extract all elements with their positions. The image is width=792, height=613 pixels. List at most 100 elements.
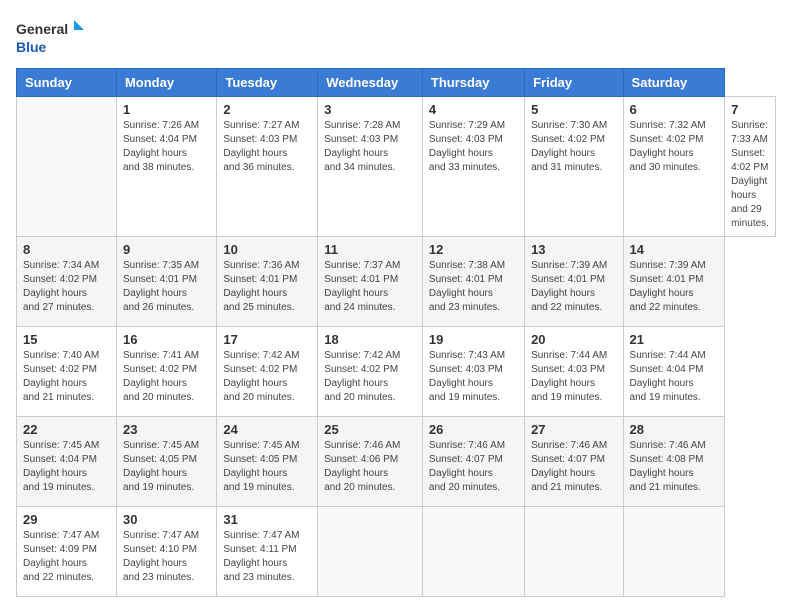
header-day-saturday: Saturday	[623, 69, 725, 97]
week-row-1: 8 Sunrise: 7:34 AM Sunset: 4:02 PM Dayli…	[17, 237, 776, 327]
calendar-cell: 26 Sunrise: 7:46 AM Sunset: 4:07 PM Dayl…	[422, 417, 524, 507]
day-number: 30	[123, 512, 210, 527]
day-number: 14	[630, 242, 719, 257]
day-info: Sunrise: 7:39 AM Sunset: 4:01 PM Dayligh…	[531, 260, 607, 313]
day-info: Sunrise: 7:26 AM Sunset: 4:04 PM Dayligh…	[123, 120, 199, 173]
logo-svg: General Blue	[16, 16, 86, 60]
page-header: General Blue	[16, 16, 776, 60]
day-info: Sunrise: 7:37 AM Sunset: 4:01 PM Dayligh…	[324, 260, 400, 313]
day-info: Sunrise: 7:42 AM Sunset: 4:02 PM Dayligh…	[223, 350, 299, 403]
week-row-0: 1 Sunrise: 7:26 AM Sunset: 4:04 PM Dayli…	[17, 97, 776, 237]
day-number: 21	[630, 332, 719, 347]
calendar-cell: 31 Sunrise: 7:47 AM Sunset: 4:11 PM Dayl…	[217, 507, 318, 597]
day-number: 25	[324, 422, 416, 437]
calendar-cell: 18 Sunrise: 7:42 AM Sunset: 4:02 PM Dayl…	[318, 327, 423, 417]
day-info: Sunrise: 7:47 AM Sunset: 4:10 PM Dayligh…	[123, 530, 199, 583]
day-number: 24	[223, 422, 311, 437]
day-info: Sunrise: 7:34 AM Sunset: 4:02 PM Dayligh…	[23, 260, 99, 313]
day-info: Sunrise: 7:44 AM Sunset: 4:04 PM Dayligh…	[630, 350, 706, 403]
day-number: 20	[531, 332, 616, 347]
day-info: Sunrise: 7:28 AM Sunset: 4:03 PM Dayligh…	[324, 120, 400, 173]
day-info: Sunrise: 7:42 AM Sunset: 4:02 PM Dayligh…	[324, 350, 400, 403]
day-number: 6	[630, 102, 719, 117]
calendar-cell: 17 Sunrise: 7:42 AM Sunset: 4:02 PM Dayl…	[217, 327, 318, 417]
day-info: Sunrise: 7:38 AM Sunset: 4:01 PM Dayligh…	[429, 260, 505, 313]
day-info: Sunrise: 7:30 AM Sunset: 4:02 PM Dayligh…	[531, 120, 607, 173]
calendar-table: SundayMondayTuesdayWednesdayThursdayFrid…	[16, 68, 776, 597]
header-day-sunday: Sunday	[17, 69, 117, 97]
day-number: 16	[123, 332, 210, 347]
day-info: Sunrise: 7:46 AM Sunset: 4:07 PM Dayligh…	[429, 440, 505, 493]
day-number: 27	[531, 422, 616, 437]
svg-text:General: General	[16, 21, 68, 37]
header-day-wednesday: Wednesday	[318, 69, 423, 97]
day-number: 28	[630, 422, 719, 437]
calendar-cell	[318, 507, 423, 597]
day-number: 8	[23, 242, 110, 257]
day-number: 5	[531, 102, 616, 117]
day-number: 23	[123, 422, 210, 437]
calendar-cell	[422, 507, 524, 597]
day-number: 9	[123, 242, 210, 257]
day-number: 22	[23, 422, 110, 437]
week-row-4: 29 Sunrise: 7:47 AM Sunset: 4:09 PM Dayl…	[17, 507, 776, 597]
header-day-tuesday: Tuesday	[217, 69, 318, 97]
calendar-cell: 12 Sunrise: 7:38 AM Sunset: 4:01 PM Dayl…	[422, 237, 524, 327]
header-day-friday: Friday	[525, 69, 623, 97]
calendar-cell: 10 Sunrise: 7:36 AM Sunset: 4:01 PM Dayl…	[217, 237, 318, 327]
calendar-cell: 4 Sunrise: 7:29 AM Sunset: 4:03 PM Dayli…	[422, 97, 524, 237]
day-info: Sunrise: 7:40 AM Sunset: 4:02 PM Dayligh…	[23, 350, 99, 403]
calendar-cell: 15 Sunrise: 7:40 AM Sunset: 4:02 PM Dayl…	[17, 327, 117, 417]
header-day-monday: Monday	[116, 69, 216, 97]
day-number: 4	[429, 102, 518, 117]
day-info: Sunrise: 7:36 AM Sunset: 4:01 PM Dayligh…	[223, 260, 299, 313]
day-info: Sunrise: 7:32 AM Sunset: 4:02 PM Dayligh…	[630, 120, 706, 173]
day-number: 7	[731, 102, 769, 117]
calendar-cell: 13 Sunrise: 7:39 AM Sunset: 4:01 PM Dayl…	[525, 237, 623, 327]
day-number: 31	[223, 512, 311, 527]
day-number: 10	[223, 242, 311, 257]
calendar-cell: 29 Sunrise: 7:47 AM Sunset: 4:09 PM Dayl…	[17, 507, 117, 597]
calendar-cell: 9 Sunrise: 7:35 AM Sunset: 4:01 PM Dayli…	[116, 237, 216, 327]
header-row: SundayMondayTuesdayWednesdayThursdayFrid…	[17, 69, 776, 97]
calendar-cell: 3 Sunrise: 7:28 AM Sunset: 4:03 PM Dayli…	[318, 97, 423, 237]
calendar-cell: 8 Sunrise: 7:34 AM Sunset: 4:02 PM Dayli…	[17, 237, 117, 327]
calendar-header: SundayMondayTuesdayWednesdayThursdayFrid…	[17, 69, 776, 97]
calendar-cell: 6 Sunrise: 7:32 AM Sunset: 4:02 PM Dayli…	[623, 97, 725, 237]
calendar-cell: 7 Sunrise: 7:33 AM Sunset: 4:02 PM Dayli…	[725, 97, 776, 237]
week-row-2: 15 Sunrise: 7:40 AM Sunset: 4:02 PM Dayl…	[17, 327, 776, 417]
week-row-3: 22 Sunrise: 7:45 AM Sunset: 4:04 PM Dayl…	[17, 417, 776, 507]
day-number: 3	[324, 102, 416, 117]
day-info: Sunrise: 7:41 AM Sunset: 4:02 PM Dayligh…	[123, 350, 199, 403]
day-number: 15	[23, 332, 110, 347]
calendar-cell: 28 Sunrise: 7:46 AM Sunset: 4:08 PM Dayl…	[623, 417, 725, 507]
calendar-cell: 1 Sunrise: 7:26 AM Sunset: 4:04 PM Dayli…	[116, 97, 216, 237]
calendar-cell: 16 Sunrise: 7:41 AM Sunset: 4:02 PM Dayl…	[116, 327, 216, 417]
calendar-cell: 11 Sunrise: 7:37 AM Sunset: 4:01 PM Dayl…	[318, 237, 423, 327]
calendar-cell	[17, 97, 117, 237]
calendar-cell: 20 Sunrise: 7:44 AM Sunset: 4:03 PM Dayl…	[525, 327, 623, 417]
day-info: Sunrise: 7:45 AM Sunset: 4:05 PM Dayligh…	[223, 440, 299, 493]
calendar-cell: 14 Sunrise: 7:39 AM Sunset: 4:01 PM Dayl…	[623, 237, 725, 327]
calendar-cell: 23 Sunrise: 7:45 AM Sunset: 4:05 PM Dayl…	[116, 417, 216, 507]
calendar-cell: 21 Sunrise: 7:44 AM Sunset: 4:04 PM Dayl…	[623, 327, 725, 417]
day-number: 11	[324, 242, 416, 257]
day-number: 17	[223, 332, 311, 347]
logo: General Blue	[16, 16, 86, 60]
day-number: 19	[429, 332, 518, 347]
day-info: Sunrise: 7:43 AM Sunset: 4:03 PM Dayligh…	[429, 350, 505, 403]
calendar-cell	[525, 507, 623, 597]
day-number: 18	[324, 332, 416, 347]
day-info: Sunrise: 7:46 AM Sunset: 4:06 PM Dayligh…	[324, 440, 400, 493]
calendar-body: 1 Sunrise: 7:26 AM Sunset: 4:04 PM Dayli…	[17, 97, 776, 597]
day-info: Sunrise: 7:44 AM Sunset: 4:03 PM Dayligh…	[531, 350, 607, 403]
day-info: Sunrise: 7:47 AM Sunset: 4:11 PM Dayligh…	[223, 530, 299, 583]
day-info: Sunrise: 7:45 AM Sunset: 4:04 PM Dayligh…	[23, 440, 99, 493]
day-info: Sunrise: 7:46 AM Sunset: 4:08 PM Dayligh…	[630, 440, 706, 493]
day-info: Sunrise: 7:45 AM Sunset: 4:05 PM Dayligh…	[123, 440, 199, 493]
day-info: Sunrise: 7:33 AM Sunset: 4:02 PM Dayligh…	[731, 120, 769, 229]
day-number: 1	[123, 102, 210, 117]
calendar-cell: 30 Sunrise: 7:47 AM Sunset: 4:10 PM Dayl…	[116, 507, 216, 597]
day-number: 13	[531, 242, 616, 257]
calendar-cell	[623, 507, 725, 597]
